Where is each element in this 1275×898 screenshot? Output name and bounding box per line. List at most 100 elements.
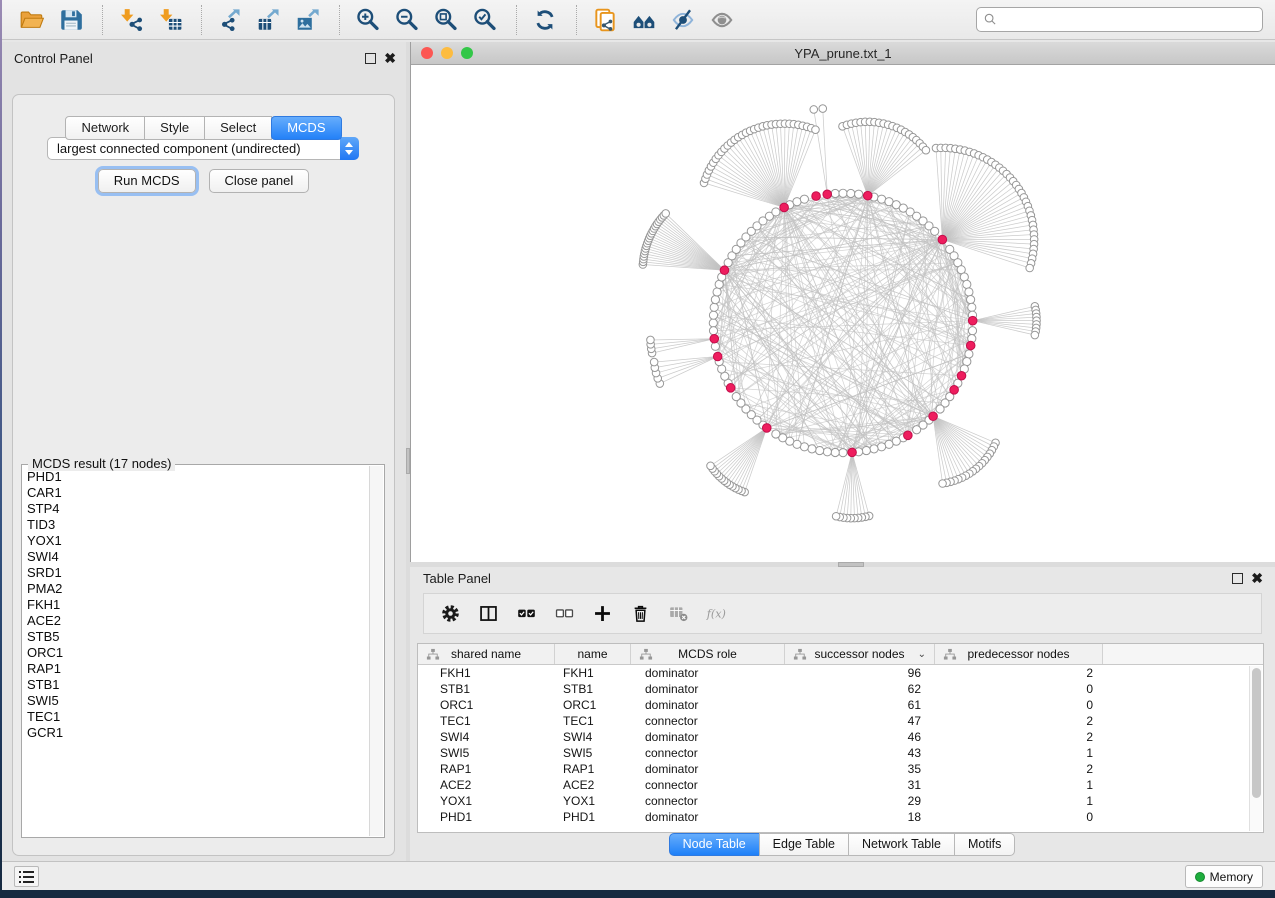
table-cell[interactable]: 35 [785, 761, 935, 777]
tab-mcds[interactable]: MCDS [271, 116, 341, 140]
network-canvas[interactable] [411, 65, 1275, 562]
export-image-button[interactable] [290, 3, 326, 37]
graph-hub-node[interactable] [823, 190, 832, 199]
table-cell[interactable]: connector [631, 745, 785, 761]
table-cell[interactable]: connector [631, 713, 785, 729]
table-cell[interactable]: PHD1 [555, 809, 631, 825]
table-cell[interactable]: dominator [631, 665, 785, 681]
zoom-in-button[interactable] [350, 3, 386, 37]
column-header-successor-nodes[interactable]: successor nodes⌄ [785, 644, 935, 664]
table-row[interactable]: RAP1RAP1dominator352 [418, 761, 1263, 777]
mcds-result-item[interactable]: SWI4 [27, 549, 368, 565]
close-panel-button[interactable]: Close panel [209, 169, 310, 193]
save-session-button[interactable] [53, 3, 89, 37]
table-row[interactable]: SWI4SWI4dominator462 [418, 729, 1263, 745]
export-network-button[interactable] [212, 3, 248, 37]
delete-column-button[interactable] [628, 601, 652, 627]
tab-motifs[interactable]: Motifs [954, 833, 1015, 856]
table-cell[interactable]: 29 [785, 793, 935, 809]
table-scrollbar-thumb[interactable] [1252, 668, 1261, 798]
table-cell[interactable]: 2 [935, 729, 1103, 745]
table-cell[interactable]: 43 [785, 745, 935, 761]
table-cell[interactable]: 0 [935, 681, 1103, 697]
mcds-result-item[interactable]: TID3 [27, 517, 368, 533]
table-cell[interactable]: STB1 [555, 681, 631, 697]
table-cell[interactable]: SWI4 [555, 729, 631, 745]
unselect-all-columns-button[interactable] [552, 601, 576, 627]
split-columns-button[interactable] [476, 601, 500, 627]
graph-hub-node[interactable] [957, 371, 966, 380]
table-cell[interactable]: ACE2 [555, 777, 631, 793]
graph-hub-node[interactable] [710, 334, 719, 343]
table-cell[interactable]: 0 [935, 809, 1103, 825]
mcds-result-item[interactable]: CAR1 [27, 485, 368, 501]
table-cell[interactable]: SWI5 [555, 745, 631, 761]
dropdown-stepper-icon[interactable] [340, 137, 359, 160]
table-row[interactable]: ACE2ACE2connector311 [418, 777, 1263, 793]
table-cell[interactable]: TEC1 [555, 713, 631, 729]
graph-hub-node[interactable] [713, 352, 722, 361]
table-cell[interactable]: connector [631, 777, 785, 793]
graph-hub-node[interactable] [968, 316, 977, 325]
zoom-out-button[interactable] [389, 3, 425, 37]
graph-hub-node[interactable] [966, 341, 975, 350]
table-cell[interactable]: 61 [785, 697, 935, 713]
table-row[interactable]: TEC1TEC1connector472 [418, 713, 1263, 729]
graph-satellite-nodes[interactable] [639, 105, 1040, 522]
table-cell[interactable]: dominator [631, 681, 785, 697]
run-mcds-button[interactable]: Run MCDS [98, 169, 196, 193]
mcds-result-item[interactable]: SRD1 [27, 565, 368, 581]
table-row[interactable]: YOX1YOX1connector291 [418, 793, 1263, 809]
table-cell[interactable]: FKH1 [555, 665, 631, 681]
network-graph[interactable] [411, 65, 1275, 562]
export-table-button[interactable] [251, 3, 287, 37]
memory-button[interactable]: Memory [1185, 865, 1263, 888]
network-window-titlebar[interactable]: YPA_prune.txt_1 [411, 42, 1275, 65]
graph-hub-node[interactable] [904, 431, 913, 440]
graph-hub-node[interactable] [848, 448, 857, 457]
table-scrollbar[interactable] [1249, 666, 1262, 831]
table-cell[interactable]: ACE2 [418, 777, 555, 793]
column-header-predecessor-nodes[interactable]: predecessor nodes [935, 644, 1103, 664]
mcds-result-item[interactable]: TEC1 [27, 709, 368, 725]
table-cell[interactable]: 18 [785, 809, 935, 825]
mcds-result-item[interactable]: STB5 [27, 629, 368, 645]
settings-button[interactable] [438, 601, 462, 627]
mcds-result-item[interactable]: PHD1 [27, 469, 368, 485]
float-table-panel-icon[interactable] [1232, 573, 1243, 584]
table-cell[interactable]: dominator [631, 697, 785, 713]
select-all-columns-button[interactable] [514, 601, 538, 627]
table-cell[interactable]: STB1 [418, 681, 555, 697]
open-file-button[interactable] [14, 3, 50, 37]
mcds-result-item[interactable]: STP4 [27, 501, 368, 517]
table-cell[interactable]: 1 [935, 793, 1103, 809]
table-cell[interactable]: 96 [785, 665, 935, 681]
graph-hub-node[interactable] [938, 235, 947, 244]
column-header-MCDS-role[interactable]: MCDS role [631, 644, 785, 664]
zoom-fit-button[interactable] [428, 3, 464, 37]
table-cell[interactable]: YOX1 [555, 793, 631, 809]
optimization-criterion-dropdown[interactable]: largest connected component (undirected) [47, 137, 359, 160]
table-cell[interactable]: ORC1 [418, 697, 555, 713]
mcds-result-item[interactable]: ACE2 [27, 613, 368, 629]
mcds-result-scrollbar[interactable] [369, 466, 383, 836]
table-row[interactable]: FKH1FKH1dominator962 [418, 665, 1263, 681]
table-cell[interactable]: YOX1 [418, 793, 555, 809]
add-column-button[interactable] [590, 601, 614, 627]
network-clone-button[interactable] [587, 3, 623, 37]
import-table-button[interactable] [152, 3, 188, 37]
tab-node-table[interactable]: Node Table [669, 833, 760, 856]
mcds-result-item[interactable]: FKH1 [27, 597, 368, 613]
table-row[interactable]: STB1STB1dominator620 [418, 681, 1263, 697]
hide-selected-button[interactable] [665, 3, 701, 37]
table-cell[interactable]: 2 [935, 761, 1103, 777]
table-cell[interactable]: 46 [785, 729, 935, 745]
tab-select[interactable]: Select [204, 116, 272, 140]
tab-network-table[interactable]: Network Table [848, 833, 955, 856]
search-input[interactable] [976, 7, 1263, 32]
tab-network[interactable]: Network [65, 116, 145, 140]
table-cell[interactable]: dominator [631, 761, 785, 777]
mcds-result-item[interactable]: SWI5 [27, 693, 368, 709]
table-cell[interactable]: 2 [935, 713, 1103, 729]
table-cell[interactable]: SWI4 [418, 729, 555, 745]
